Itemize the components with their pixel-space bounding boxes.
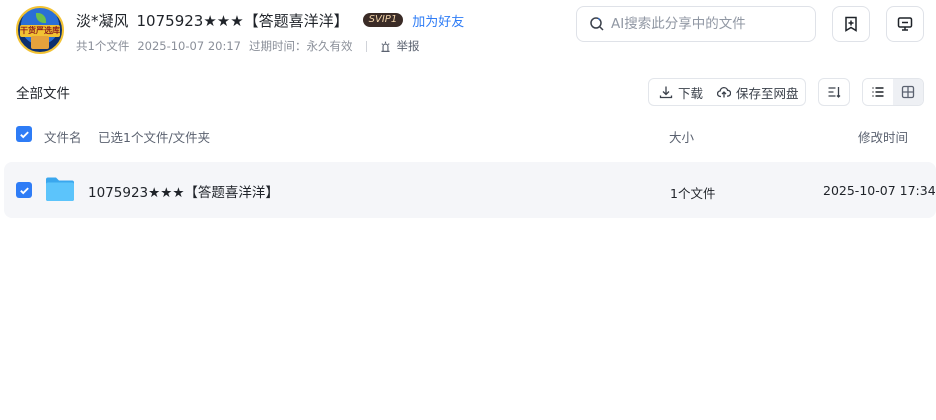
- grid-view-icon: [901, 85, 915, 99]
- sort-icon: [828, 87, 841, 98]
- download-button[interactable]: 下载: [659, 78, 703, 106]
- download-icon: [659, 86, 673, 99]
- search-box[interactable]: [576, 6, 816, 42]
- folder-icon: [46, 177, 74, 201]
- expire-value: 永久有效: [306, 39, 353, 53]
- column-header-size[interactable]: 大小: [669, 127, 694, 146]
- report-link[interactable]: 举报: [396, 38, 419, 54]
- breadcrumb-all-files[interactable]: 全部文件: [16, 82, 70, 102]
- list-view-icon: [872, 87, 884, 97]
- select-all-checkbox[interactable]: [16, 126, 32, 142]
- table-row[interactable]: 1075923★★★【答题喜洋洋】 1个文件 2025-10-07 17:34: [4, 162, 936, 218]
- sort-button[interactable]: [818, 78, 850, 106]
- meta-divider: [366, 40, 368, 52]
- check-icon: [19, 130, 29, 138]
- share-title-row: 淡*凝风 1075923★★★【答题喜洋洋】 SVIP1 加为好友: [76, 9, 464, 31]
- list-view-button[interactable]: [863, 79, 893, 105]
- bookmark-button[interactable]: [832, 6, 870, 42]
- file-name[interactable]: 1075923★★★【答题喜洋洋】: [88, 181, 279, 201]
- file-size: 1个文件: [670, 186, 716, 201]
- bookmark-plus-icon: [845, 16, 857, 32]
- avatar-box-icon: [31, 36, 49, 49]
- ai-search-icon: [590, 17, 604, 31]
- add-friend-link[interactable]: 加为好友: [412, 11, 464, 30]
- column-header-name[interactable]: 文件名: [44, 127, 82, 146]
- cloud-save-icon: [717, 86, 732, 98]
- search-input[interactable]: [611, 16, 801, 32]
- save-to-cloud-label: 保存至网盘: [736, 85, 799, 101]
- file-modified-date: 2025-10-07 17:34: [823, 183, 936, 198]
- check-icon: [19, 186, 29, 194]
- row-checkbox[interactable]: [16, 182, 32, 198]
- owner-name: 淡*凝风: [76, 11, 129, 30]
- view-toggle: [862, 78, 924, 106]
- selection-status: 已选1个文件/文件夹: [98, 130, 211, 145]
- download-label: 下载: [678, 85, 704, 101]
- column-header-modified[interactable]: 修改时间: [858, 127, 908, 146]
- file-action-group: 下载 保存至网盘: [648, 78, 806, 106]
- device-button[interactable]: [886, 6, 924, 42]
- share-time: 2025-10-07 20:17: [137, 39, 241, 53]
- report-icon[interactable]: [379, 40, 392, 53]
- file-table-header: 文件名 已选1个文件/文件夹 大小 修改时间: [0, 118, 936, 150]
- grid-view-button[interactable]: [893, 79, 923, 105]
- avatar-leaf-icon: [36, 13, 46, 23]
- share-meta: 共1个文件 2025-10-07 20:17 过期时间： 永久有效 举报: [76, 37, 427, 55]
- file-count: 共1个文件: [76, 39, 130, 53]
- save-to-cloud-button[interactable]: 保存至网盘: [717, 78, 799, 106]
- vip-badge: SVIP1: [362, 13, 404, 27]
- share-header: 干货严选库 淡*凝风 1075923★★★【答题喜洋洋】 SVIP1 加为好友 …: [0, 0, 936, 64]
- owner-avatar[interactable]: 干货严选库: [16, 6, 64, 54]
- share-title: 1075923★★★【答题喜洋洋】: [136, 11, 349, 30]
- expire-label: 过期时间：: [248, 39, 307, 53]
- monitor-icon: [897, 17, 913, 31]
